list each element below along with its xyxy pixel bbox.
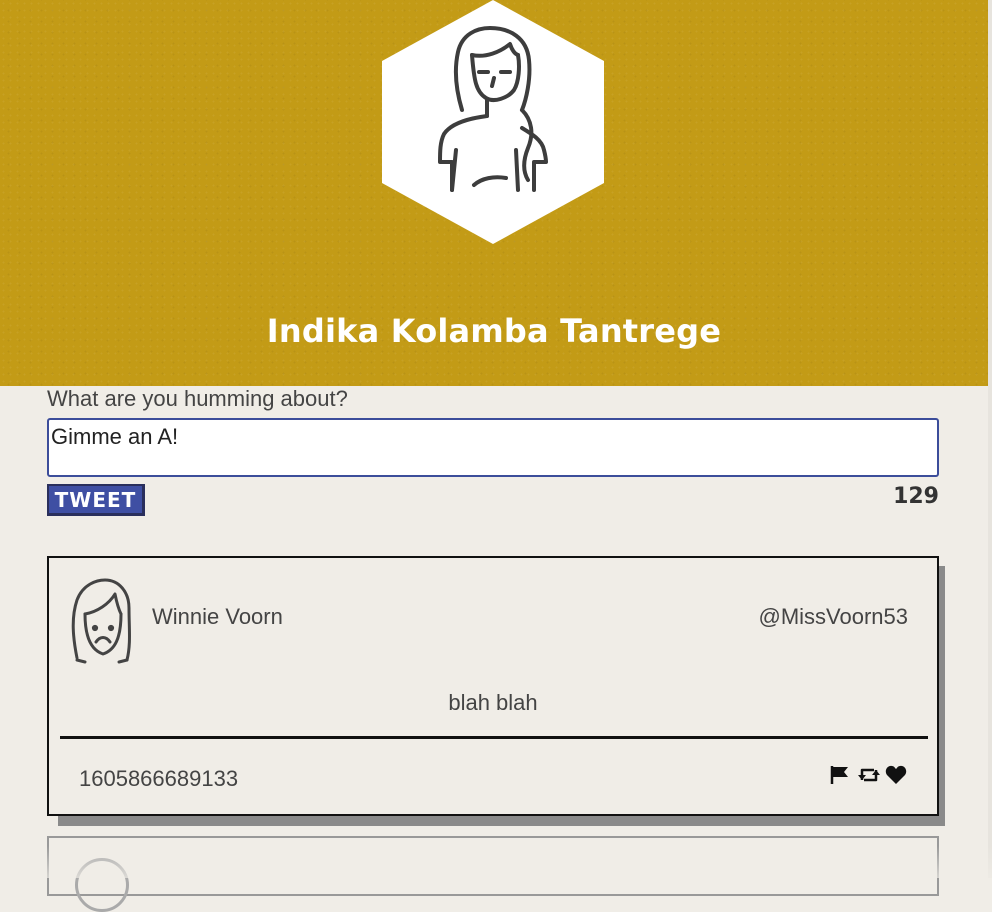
- tweet-card: [47, 836, 939, 912]
- retweet-icon[interactable]: [857, 764, 880, 786]
- tweet-actions: [829, 764, 907, 786]
- tweet-content: blah blah: [448, 690, 538, 715]
- tweet-card: Winnie Voorn @MissVoorn53 blah blah 1605…: [47, 556, 939, 816]
- compose-label: What are you humming about?: [47, 386, 348, 411]
- tweet-author-name: Winnie Voorn: [152, 604, 283, 629]
- profile-header: Indika Kolamba Tantrege: [0, 0, 988, 386]
- compose-input[interactable]: Gimme an A!: [47, 418, 939, 477]
- avatar: [75, 858, 129, 912]
- tweet-author-handle[interactable]: @MissVoorn53: [758, 604, 908, 630]
- tweet-divider: [60, 736, 928, 739]
- profile-avatar: [382, 0, 604, 244]
- flag-icon[interactable]: [829, 764, 851, 786]
- woman-avatar-icon: [382, 0, 604, 244]
- heart-icon[interactable]: [885, 764, 907, 786]
- sad-girl-avatar-icon: [71, 578, 133, 673]
- tweet-button[interactable]: TWEET: [47, 484, 145, 516]
- char-count: 129: [893, 484, 939, 509]
- scrollbar-track: [988, 0, 992, 878]
- tweet-timestamp: 1605866689133: [79, 766, 239, 791]
- profile-name: Indika Kolamba Tantrege: [266, 312, 722, 350]
